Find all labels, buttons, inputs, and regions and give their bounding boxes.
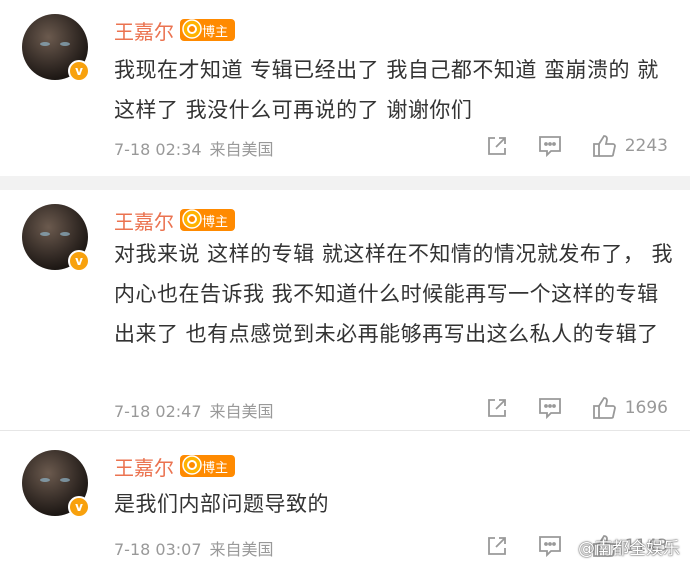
comment-button[interactable] <box>537 396 563 420</box>
avatar[interactable]: v <box>22 14 92 84</box>
watermark-text: @南都全娱乐 <box>578 539 680 559</box>
author-tag: 博主 <box>180 209 236 231</box>
author-tag-label: 博主 <box>202 214 229 230</box>
crown-icon <box>182 455 202 475</box>
like-count: 2243 <box>624 136 668 156</box>
comment-time: 7-18 03:07 <box>114 540 202 559</box>
share-button[interactable] <box>485 534 509 558</box>
comment-card: v 王嘉尔 博主 我现在才知道 专辑已经出了 我自己都不知道 蛮崩溃的 就这样了… <box>0 0 690 176</box>
divider <box>0 176 690 190</box>
author-tag: 博主 <box>180 455 236 477</box>
divider-line <box>0 430 690 431</box>
username[interactable]: 王嘉尔 <box>114 452 174 481</box>
verified-badge-icon: v <box>68 250 90 272</box>
comment-icon <box>538 398 561 420</box>
share-icon <box>487 137 506 155</box>
share-button[interactable] <box>485 396 509 420</box>
like-button[interactable]: 2243 <box>591 133 668 159</box>
verified-badge-icon: v <box>68 60 90 82</box>
like-count: 1696 <box>624 398 668 418</box>
comment-text: 我现在才知道 专辑已经出了 我自己都不知道 蛮崩溃的 就这样了 我没什么可再说的… <box>114 58 659 122</box>
thumbs-up-icon <box>592 135 616 157</box>
username[interactable]: 王嘉尔 <box>114 16 174 45</box>
avatar[interactable]: v <box>22 204 92 274</box>
author-tag: 博主 <box>180 19 236 41</box>
verified-badge-icon: v <box>68 496 90 518</box>
username[interactable]: 王嘉尔 <box>114 206 174 235</box>
comment-text: 对我来说 这样的专辑 就这样在不知情的情况就发布了， 我内心也在告诉我 我不知道… <box>114 242 674 346</box>
comment-meta: 7-18 02:47 来自美国 <box>114 398 274 422</box>
comment-meta: 7-18 02:34 来自美国 <box>114 136 274 160</box>
comment-meta: 7-18 03:07 来自美国 <box>114 536 274 560</box>
author-tag-label: 博主 <box>202 24 229 40</box>
avatar[interactable]: v <box>22 450 92 520</box>
comment-button[interactable] <box>537 134 563 158</box>
crown-icon <box>182 19 202 39</box>
crown-icon <box>182 209 202 229</box>
comment-time: 7-18 02:34 <box>114 140 202 159</box>
comment-source: 来自美国 <box>209 140 274 159</box>
watermark: @南都全娱乐 <box>578 534 680 559</box>
share-button[interactable] <box>485 134 509 158</box>
comment-time: 7-18 02:47 <box>114 402 202 421</box>
comment-icon <box>538 136 561 158</box>
comment-source: 来自美国 <box>209 402 274 421</box>
thumbs-up-icon <box>592 397 616 419</box>
comment-card: v 王嘉尔 博主 对我来说 这样的专辑 就这样在不知情的情况就发布了， 我内心也… <box>0 190 690 426</box>
share-icon <box>487 537 506 555</box>
comment-source: 来自美国 <box>209 540 274 559</box>
share-icon <box>487 399 506 417</box>
like-button[interactable]: 1696 <box>591 395 668 421</box>
comment-button[interactable] <box>537 534 563 558</box>
author-tag-label: 博主 <box>202 460 229 476</box>
comment-text: 是我们内部问题导致的 <box>114 492 329 516</box>
comment-icon <box>538 536 561 558</box>
